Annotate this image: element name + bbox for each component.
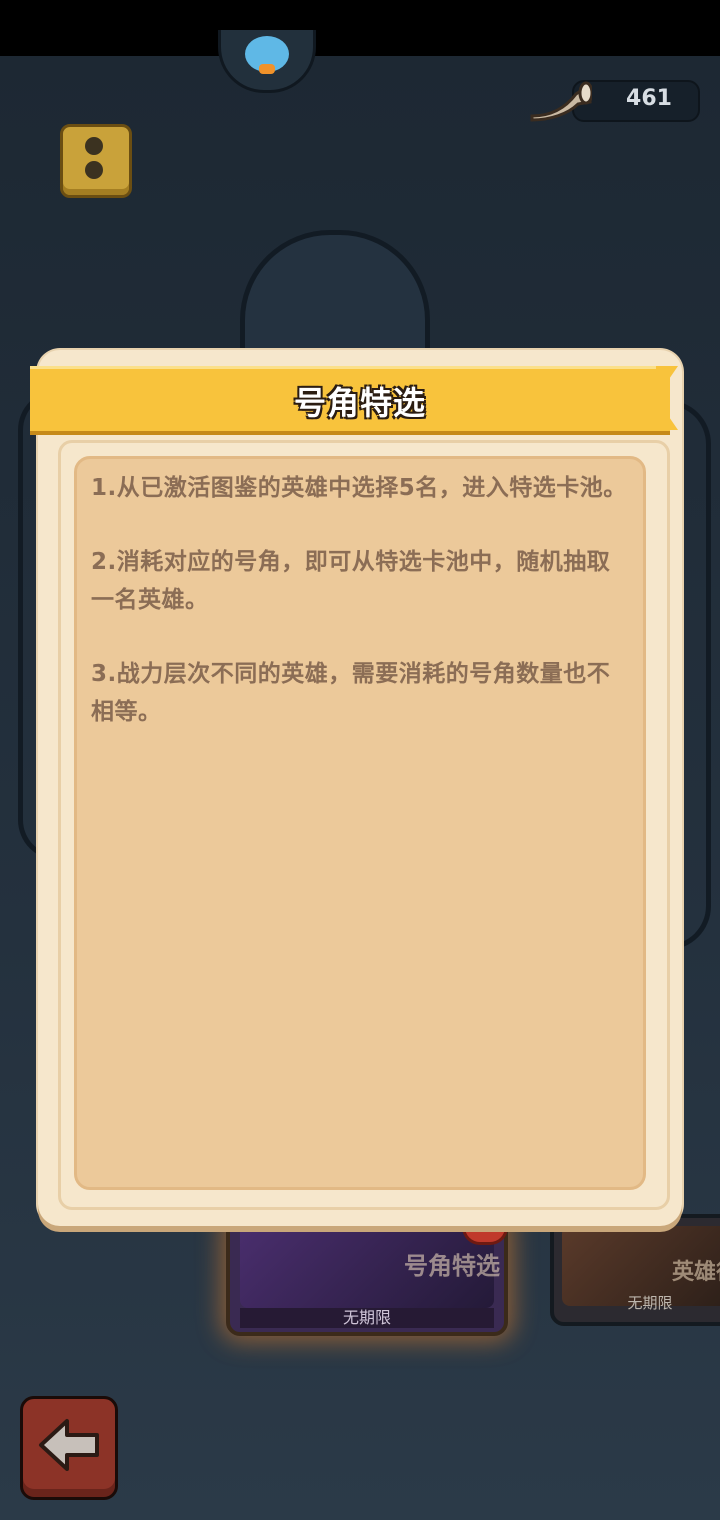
dialog-title-ribbon: 号角特选 [30, 366, 682, 432]
rules-panel: 1.从已激活图鉴的英雄中选择5名，进入特选卡池。 2.消耗对应的号角，即可从特选… [74, 456, 646, 1190]
card-subtitle: 无期限 [240, 1308, 494, 1328]
info-button[interactable] [60, 124, 132, 198]
currency-display: 461 [528, 74, 700, 124]
currency-value: 461 [626, 86, 672, 111]
status-bar [0, 0, 720, 56]
back-button[interactable] [20, 1396, 118, 1500]
card-title: 英雄征 [672, 1260, 720, 1285]
rule-text: 1.从已激活图鉴的英雄中选择5名，进入特选卡池。 [91, 475, 627, 501]
rule-text: 2.消耗对应的号角，即可从特选卡池中，随机抽取一名英雄。 [91, 549, 611, 613]
back-arrow-icon [39, 1419, 99, 1471]
horn-icon [530, 81, 592, 122]
rule-text: 3.战力层次不同的英雄，需要消耗的号角数量也不相等。 [91, 661, 611, 725]
card-subtitle: 无期限 [627, 1294, 673, 1312]
card-title: 号角特选 [404, 1252, 500, 1280]
hero-recruit-card[interactable]: 英雄征 无期限 [550, 1214, 720, 1326]
dialog-title: 号角特选 [293, 384, 426, 422]
info-icon [85, 137, 103, 155]
